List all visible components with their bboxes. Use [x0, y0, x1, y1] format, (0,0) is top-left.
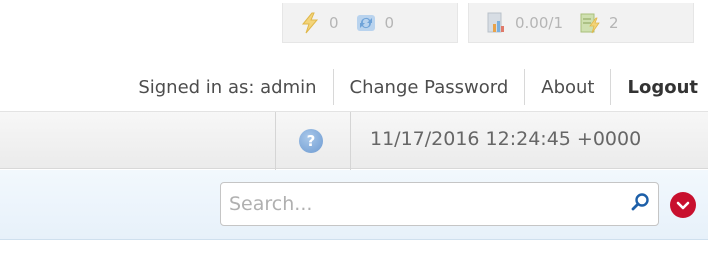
- toolbar-divider: [350, 112, 351, 170]
- ratio-value: 0.00/1: [515, 13, 563, 32]
- refresh-icon: [355, 12, 377, 34]
- user-nav: Signed in as: admin Change Password Abou…: [138, 64, 708, 110]
- search-button[interactable]: [622, 183, 658, 225]
- change-password-link[interactable]: Change Password: [332, 69, 525, 105]
- tasks-count: 2: [609, 13, 619, 32]
- tasks-status[interactable]: 2: [579, 12, 619, 34]
- search-options-button[interactable]: [670, 192, 696, 218]
- logout-link[interactable]: Logout: [610, 69, 708, 105]
- task-lightning-icon: [579, 12, 601, 34]
- help-icon[interactable]: ?: [299, 129, 323, 153]
- header-blank-area: [0, 0, 100, 60]
- server-datetime: 11/17/2016 12:24:45 +0000: [370, 128, 642, 150]
- alerts-count: 0: [329, 13, 339, 32]
- search-box: [220, 182, 659, 226]
- sync-count: 0: [384, 13, 395, 32]
- ratio-status[interactable]: 0.00/1: [485, 12, 563, 34]
- search-input[interactable]: [221, 183, 622, 225]
- search-icon: [630, 192, 650, 216]
- toolbar: ? 11/17/2016 12:24:45 +0000: [0, 111, 708, 170]
- status-group-alerts: 0 0: [282, 3, 458, 43]
- alerts-status[interactable]: 0: [299, 12, 339, 34]
- toolbar-divider: [275, 112, 276, 170]
- status-group-usage: 0.00/1 2: [468, 3, 694, 43]
- lightning-icon: [299, 12, 321, 34]
- signed-in-label: Signed in as: admin: [138, 76, 317, 98]
- about-link[interactable]: About: [524, 69, 610, 105]
- status-bar: 0 0 0.00/1 2: [278, 0, 708, 60]
- chart-icon: [485, 12, 507, 34]
- search-bar: [0, 170, 708, 240]
- chevron-down-icon: [676, 196, 690, 215]
- sync-status[interactable]: 0: [355, 12, 395, 34]
